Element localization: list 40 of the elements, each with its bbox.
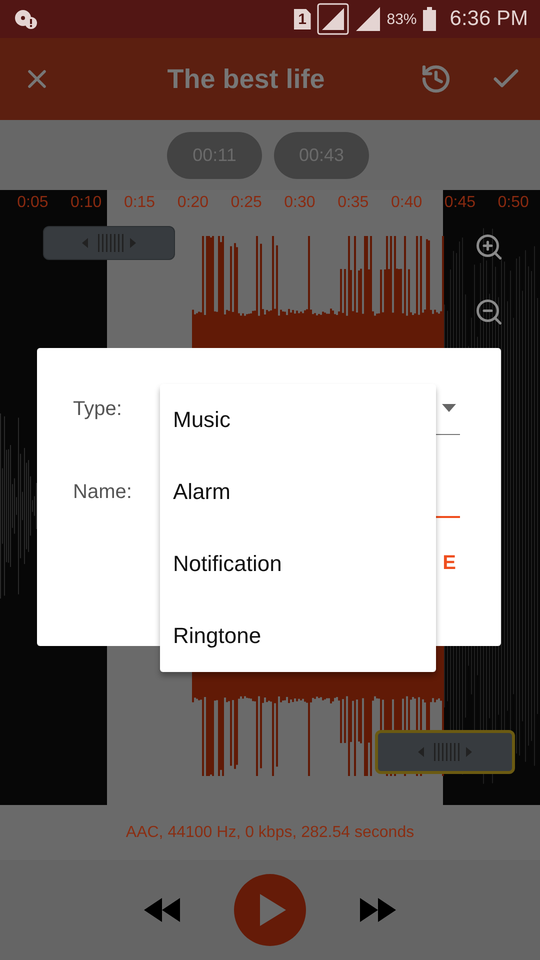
rewind-button[interactable] — [144, 898, 180, 922]
start-handle[interactable] — [43, 226, 175, 260]
signal-icon — [354, 6, 381, 32]
clock: 6:36 PM — [450, 7, 528, 31]
timeline-label: 0:15 — [122, 194, 156, 212]
signal-icon — [316, 3, 349, 35]
timeline-label: 0:50 — [496, 194, 530, 212]
timeline-label: 0:05 — [16, 194, 50, 212]
timeline-label: 0:45 — [443, 194, 477, 212]
timeline-label: 0:25 — [230, 194, 263, 212]
timeline-label: 0:30 — [283, 194, 316, 212]
fast-forward-icon — [360, 898, 396, 922]
dialog-button[interactable]: E — [442, 552, 456, 575]
battery-percent: 83% — [386, 10, 417, 28]
menu-item[interactable]: Music — [160, 384, 436, 456]
screen-title: The best life — [166, 64, 326, 94]
timeline-label: 0:20 — [176, 194, 210, 212]
sim-slot-badge: 1 — [294, 8, 311, 30]
rewind-icon — [144, 898, 180, 922]
menu-item[interactable]: Notification — [160, 528, 436, 600]
zoom-in-icon — [474, 232, 504, 262]
history-icon — [420, 63, 452, 95]
alert-icon — [14, 8, 38, 30]
menu-item[interactable]: Ringtone — [160, 600, 436, 672]
timeline-label: 0:40 — [390, 194, 424, 212]
field-label: Type: — [73, 397, 123, 421]
history-button[interactable] — [420, 63, 452, 95]
field-label: Name: — [73, 480, 133, 504]
zoom-in-button[interactable] — [474, 232, 504, 262]
zoom-out-button[interactable] — [474, 297, 504, 327]
audio-info: AAC, 44100 Hz, 0 kbps, 282.54 seconds — [126, 824, 414, 842]
timeline-label: 0:10 — [70, 194, 103, 212]
menu-item[interactable]: Alarm — [160, 456, 436, 528]
dropdown-arrow-icon — [442, 404, 456, 412]
fast-forward-button[interactable] — [360, 898, 396, 922]
play-icon — [260, 894, 286, 926]
end-handle[interactable] — [375, 730, 515, 774]
timeline-label: 0:35 — [336, 194, 370, 212]
battery-icon — [422, 7, 436, 31]
zoom-out-icon — [474, 297, 504, 327]
